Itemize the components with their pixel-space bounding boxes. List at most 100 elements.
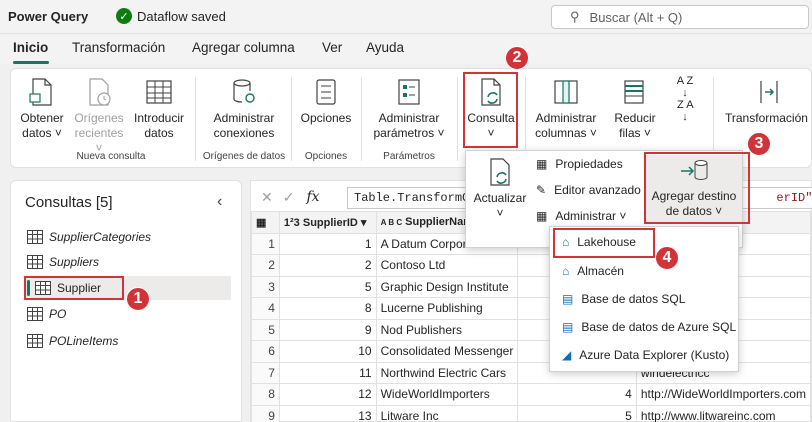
cell-suppliername[interactable]: WideWorldImporters — [375, 383, 519, 406]
cell-supplierid[interactable]: 2 — [278, 254, 377, 277]
row-number: 7 — [251, 361, 280, 384]
query-item-label: Suppliers — [49, 255, 100, 269]
sort-ascending-button[interactable]: A Z ↓ — [673, 75, 697, 99]
cell-suppliername[interactable]: Contoso Ltd — [375, 254, 519, 277]
cell-supplierid[interactable]: 13 — [278, 404, 377, 422]
origenes-recientes-label: Orígenes recientes — [74, 111, 124, 140]
query-item[interactable]: SupplierCategories — [27, 225, 151, 249]
sort-descending-button[interactable]: Z A ↓ — [673, 99, 697, 123]
cell-supplierid[interactable]: 10 — [278, 340, 377, 363]
transformacion-label: Transformación — [725, 111, 808, 125]
cell-supplierid[interactable]: 9 — [278, 318, 377, 341]
almacen-label: Almacén — [577, 264, 624, 278]
cancel-formula-icon[interactable]: ✕ — [261, 189, 273, 206]
parameters-icon — [398, 79, 420, 105]
administrar-parametros-label: Administrar parámetros — [373, 111, 440, 140]
administrar-item[interactable]: ▦ Administrar ˅ — [536, 209, 626, 223]
query-item[interactable]: POLineItems — [27, 329, 118, 353]
introducir-datos-button[interactable]: Introducir datos — [129, 77, 189, 141]
tab-agregar-columna[interactable]: Agregar columna — [192, 40, 295, 55]
row-number: 9 — [251, 404, 280, 422]
opciones-button[interactable]: Opciones — [299, 77, 353, 126]
group-separator — [291, 77, 292, 161]
table-row[interactable]: 8 12 WideWorldImporters 4 http://WideWorldIm… — [251, 383, 812, 406]
cell-suppliername[interactable]: Litware Inc — [375, 404, 519, 422]
step-badge-1: 1 — [126, 287, 150, 311]
query-item-label: POLineItems — [49, 334, 119, 348]
cell-suppliername[interactable]: Consolidated Messenger — [375, 340, 519, 363]
highlight-consulta — [463, 72, 518, 148]
properties-icon: ▦ — [536, 157, 548, 171]
fx-icon[interactable]: fx — [306, 189, 319, 205]
group-separator — [457, 77, 458, 161]
administrar-columnas-button[interactable]: Administrar columnas ˅ — [531, 77, 601, 141]
cell-url[interactable]: http://www.litwareinc.com — [635, 404, 812, 422]
database-gear-icon — [233, 79, 255, 103]
origenes-recientes-button[interactable]: Orígenes recientes ˅ — [71, 77, 127, 156]
reducir-filas-button[interactable]: Reducir filas ˅ — [613, 77, 657, 141]
administrar-conexiones-label: Administrar conexiones — [213, 111, 275, 140]
editor-avanzado-item[interactable]: ✎ Editor avanzado — [536, 183, 641, 197]
query-item-label: PO — [49, 307, 67, 321]
cell-url[interactable]: http://WideWorldImporters.com — [635, 383, 812, 406]
cell-supplierid[interactable]: 12 — [278, 383, 377, 406]
chevron-left-icon[interactable]: ‹ — [217, 193, 222, 211]
azure-sql-item[interactable]: ▤ Base de datos de Azure SQL — [562, 320, 736, 334]
recent-sources-icon — [89, 78, 111, 106]
sort-za-label: Z A — [677, 99, 693, 111]
propiedades-item[interactable]: ▦ Propiedades — [536, 157, 623, 171]
cell-suppliername[interactable]: Lucerne Publishing — [375, 297, 519, 320]
type-number-icon: 1²3 — [283, 216, 300, 229]
propiedades-label: Propiedades — [555, 157, 623, 171]
cell[interactable]: 5 — [517, 404, 637, 422]
formula-text-left: Table.TransformCo — [354, 191, 477, 205]
tab-ver[interactable]: Ver — [322, 40, 342, 55]
transform-icon — [760, 81, 778, 103]
actualizar-label: Actualizar — [473, 191, 527, 205]
azure-sql-icon: ▤ — [562, 320, 574, 334]
reduce-rows-icon — [624, 80, 644, 104]
search-placeholder: Buscar (Alt + Q) — [589, 9, 683, 25]
save-status-text: Dataflow saved — [137, 8, 226, 24]
save-status: ✓ Dataflow saved — [116, 8, 226, 24]
row-number: 1 — [251, 232, 280, 255]
tab-transformacion[interactable]: Transformación — [72, 40, 165, 55]
cell-suppliername[interactable]: Northwind Electric Cars — [375, 361, 519, 384]
obtener-datos-button[interactable]: Obtener datos ˅ — [17, 77, 67, 141]
kusto-item[interactable]: ◢ Azure Data Explorer (Kusto) — [562, 348, 729, 362]
cell-supplierid[interactable]: 8 — [278, 297, 377, 320]
cell-suppliername[interactable]: Graphic Design Institute — [375, 275, 519, 298]
cell-supplierid[interactable]: 1 — [278, 232, 377, 255]
table-row[interactable]: 9 13 Litware Inc 5 http://www.litwareinc.com — [251, 404, 812, 422]
cell-supplierid[interactable]: 11 — [278, 361, 377, 384]
query-item[interactable]: Suppliers — [27, 250, 99, 274]
group-label-origenes: Orígenes de datos — [202, 151, 286, 162]
almacen-item[interactable]: ⌂ Almacén — [562, 264, 624, 278]
accept-formula-icon[interactable]: ✓ — [283, 189, 295, 206]
column-header-label: SupplierNam — [405, 216, 474, 229]
column-header-supplierid[interactable]: 1²3 SupplierID ▾ — [278, 211, 377, 234]
select-all-icon[interactable]: ▦ — [251, 211, 280, 234]
tab-ayuda[interactable]: Ayuda — [366, 40, 404, 55]
table-icon — [146, 80, 172, 104]
sql-database-item[interactable]: ▤ Base de datos SQL — [562, 292, 685, 306]
cell-suppliername[interactable]: Nod Publishers — [375, 318, 519, 341]
transformacion-button[interactable]: Transformación — [725, 77, 812, 126]
editor-avanzado-label: Editor avanzado — [554, 183, 641, 197]
tab-inicio[interactable]: Inicio — [13, 40, 48, 55]
app-title: Power Query — [8, 9, 89, 24]
row-number: 8 — [251, 383, 280, 406]
table-icon — [27, 255, 43, 269]
ribbon-tabs: Inicio Transformación Agregar columna Ve… — [0, 34, 812, 64]
cell[interactable]: 4 — [517, 383, 637, 406]
column-header-label: SupplierID — [302, 216, 358, 229]
administrar-conexiones-button[interactable]: Administrar conexiones — [207, 77, 281, 141]
administrar-parametros-button[interactable]: Administrar parámetros ˅ — [369, 77, 449, 141]
search-box[interactable]: ⚲ Buscar (Alt + Q) — [551, 5, 809, 29]
highlight-supplier — [24, 276, 124, 300]
actualizar-button[interactable]: Actualizar ˅ — [472, 157, 528, 221]
query-item[interactable]: PO — [27, 302, 66, 326]
group-separator — [525, 77, 526, 161]
warehouse-icon: ⌂ — [562, 264, 570, 278]
cell-supplierid[interactable]: 5 — [278, 275, 377, 298]
